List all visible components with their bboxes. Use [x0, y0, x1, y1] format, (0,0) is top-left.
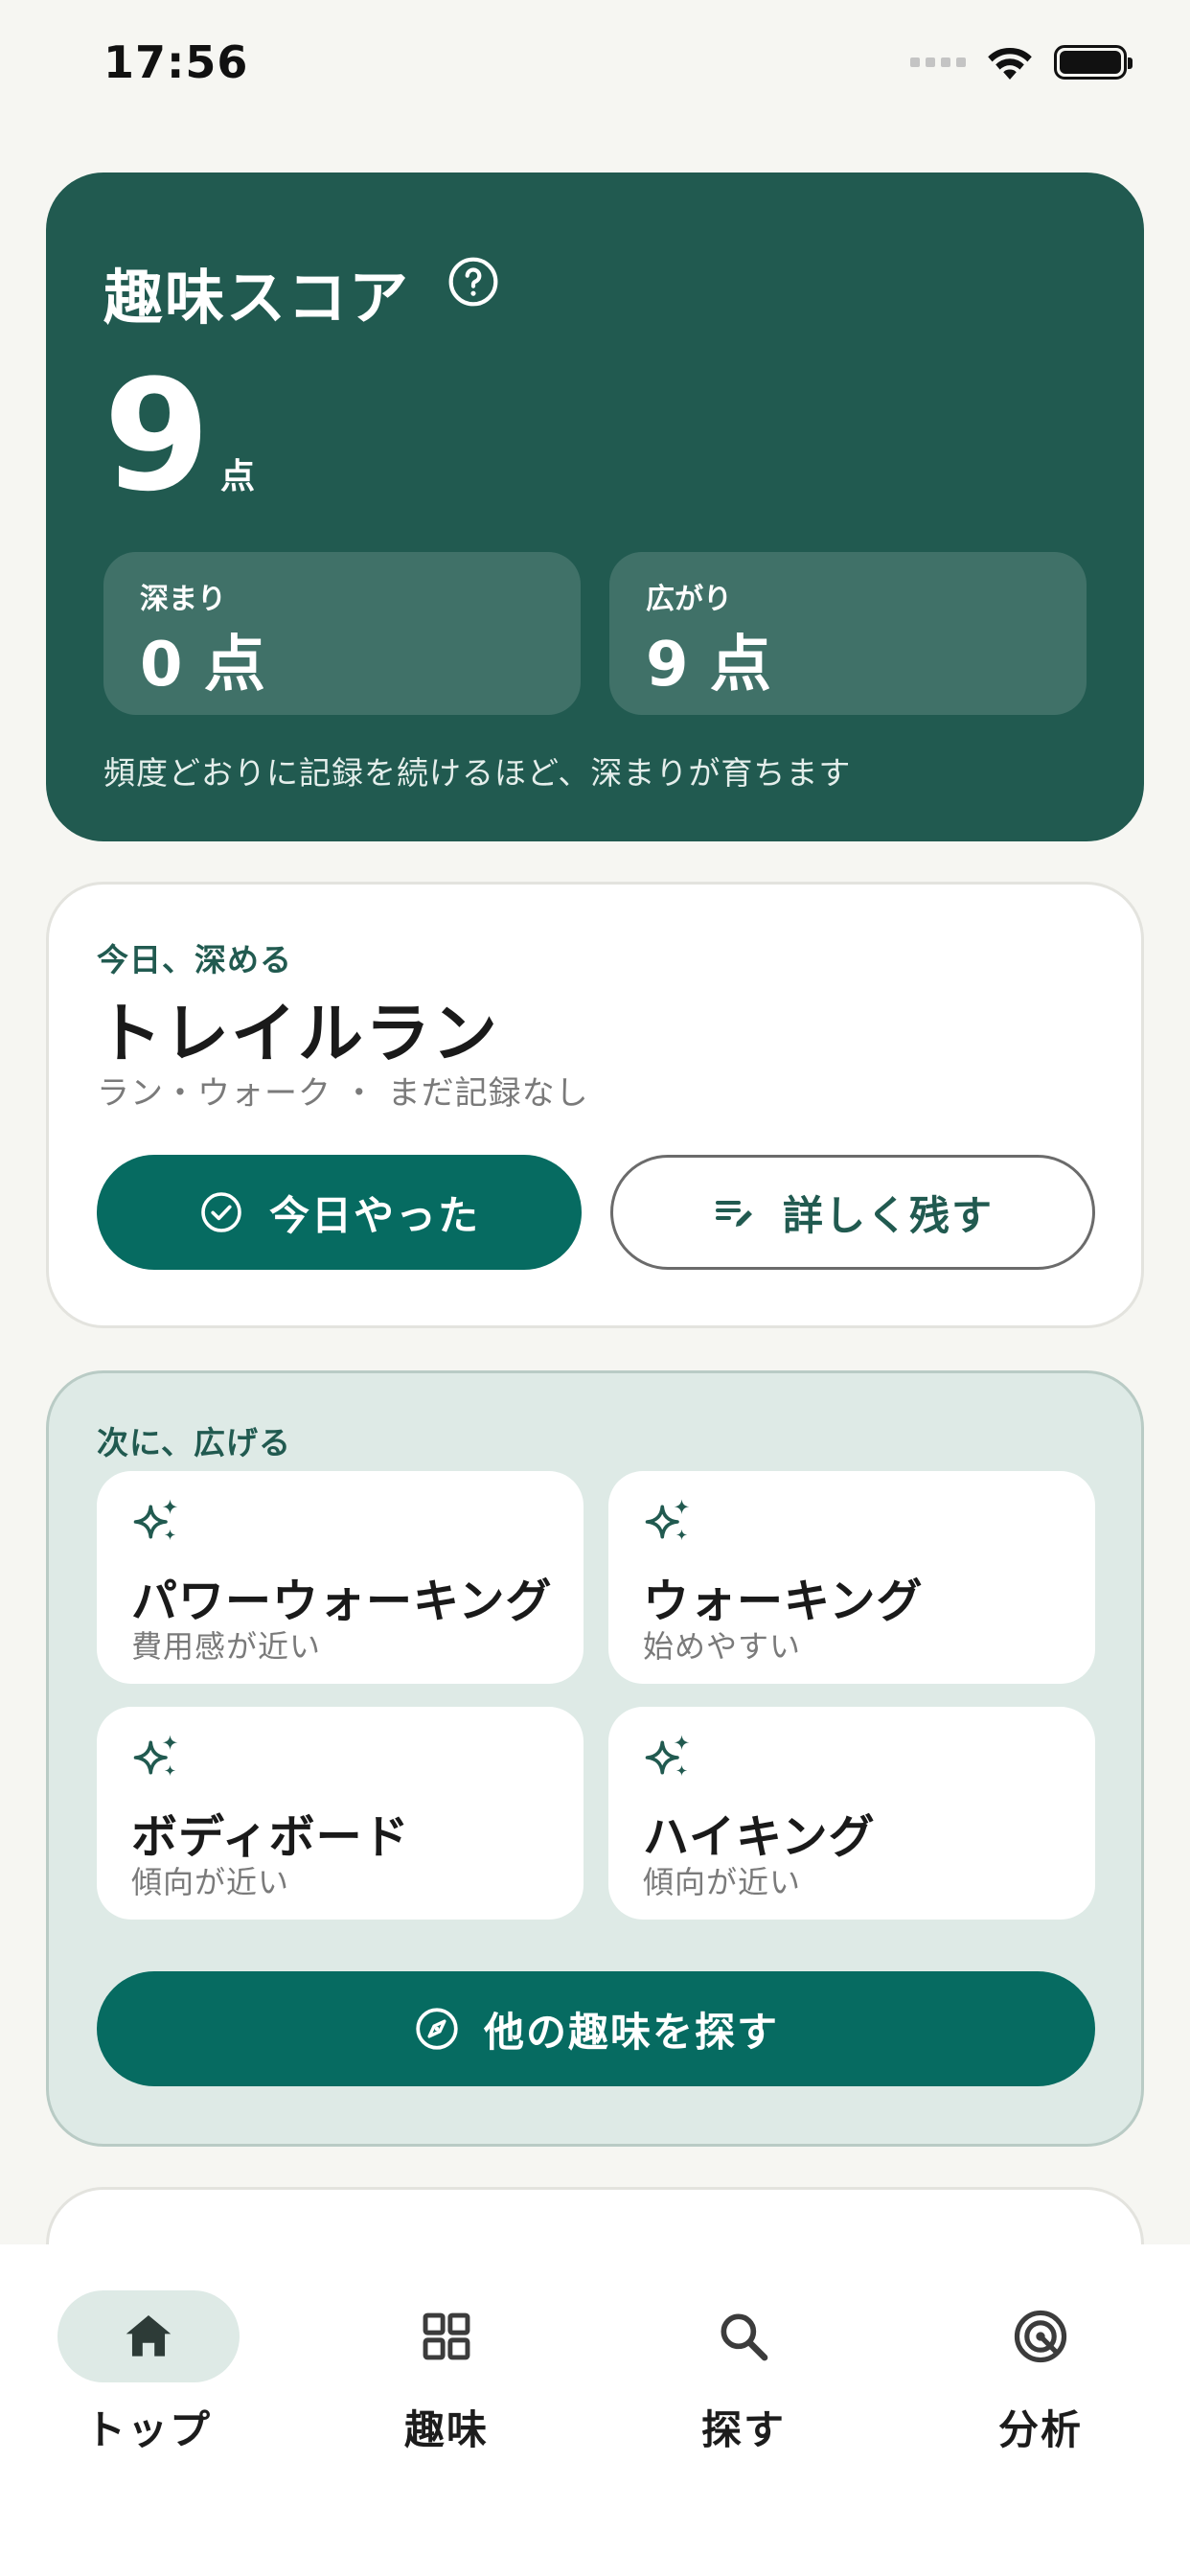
score-value: 9 [103, 346, 211, 525]
record-details-label: 詳しく残す [782, 1191, 994, 1239]
suggestion-card[interactable]: パワーウォーキング 費用感が近い [97, 1471, 584, 1684]
hobby-score-card: 趣味スコア 9 点 深まり 0 点 広がり 9 点 頻度どおりに記録を続けるほど… [46, 172, 1144, 841]
tab-analysis-indicator [950, 2290, 1132, 2382]
tab-hobbies[interactable]: 趣味 [351, 2290, 542, 2463]
cellular-signal-icon [910, 58, 966, 67]
sparkle-icon [645, 1735, 690, 1777]
tab-hobbies-label: 趣味 [403, 2406, 489, 2453]
record-details-button[interactable]: 詳しく残す [610, 1155, 1095, 1270]
breadth-label: 広がり [646, 583, 732, 616]
suggestion-card[interactable]: ボディボード 傾向が近い [97, 1707, 584, 1920]
suggestion-card[interactable]: ハイキング 傾向が近い [608, 1707, 1095, 1920]
tab-top-indicator [57, 2290, 240, 2382]
sparkle-icon [645, 1499, 690, 1541]
tab-analysis-label: 分析 [997, 2406, 1083, 2453]
suggestion-card[interactable]: ウォーキング 始めやすい [608, 1471, 1095, 1684]
sparkle-icon [133, 1499, 178, 1541]
today-label: 今日、深める [97, 941, 292, 978]
suggestion-title: パワーウォーキング [131, 1575, 553, 1628]
home-icon [126, 2315, 172, 2357]
suggestion-title: ウォーキング [643, 1575, 924, 1628]
depth-value: 0 点 [140, 630, 265, 701]
grid-icon [423, 2312, 470, 2360]
next-expand-card: 次に、広げる パワーウォーキング 費用感が近い ウォーキング 始めやすい ボディ… [46, 1370, 1144, 2147]
expand-label: 次に、広げる [97, 1424, 292, 1461]
depth-label: 深まり [140, 583, 226, 616]
did-today-label: 今日やった [268, 1191, 480, 1239]
help-icon[interactable] [446, 255, 500, 309]
suggestion-reason: 傾向が近い [131, 1864, 290, 1900]
status-time: 17:56 [103, 36, 249, 88]
status-bar: 17:56 [0, 0, 1190, 134]
suggestion-reason: 費用感が近い [131, 1628, 322, 1665]
search-icon [721, 2313, 768, 2361]
compass-icon [416, 2008, 458, 2050]
breadth-score-box: 広がり 9 点 [609, 552, 1087, 715]
did-today-button[interactable]: 今日やった [97, 1155, 582, 1270]
suggestion-title: ハイキング [643, 1810, 876, 1864]
wifi-icon [988, 47, 1032, 80]
tab-search[interactable]: 探す [648, 2290, 839, 2463]
score-unit: 点 [220, 457, 256, 496]
depth-score-box: 深まり 0 点 [103, 552, 581, 715]
tab-hobbies-indicator [355, 2290, 538, 2382]
today-hobby-meta: ラン・ウォーク ・ まだ記録なし [97, 1074, 589, 1113]
bottom-tab-bar: トップ 趣味 探す 分析 [0, 2244, 1190, 2576]
today-deepen-card: 今日、深める トレイルラン ラン・ウォーク ・ まだ記録なし 今日やった 詳しく… [46, 882, 1144, 1328]
tab-analysis[interactable]: 分析 [945, 2290, 1136, 2463]
tab-search-indicator [652, 2290, 835, 2382]
battery-icon [1054, 45, 1133, 80]
score-title: 趣味スコア [103, 263, 411, 333]
check-circle-icon [201, 1192, 241, 1232]
target-icon [1014, 2310, 1067, 2363]
status-icons [910, 44, 1133, 80]
breadth-value: 9 点 [646, 630, 771, 701]
tab-top[interactable]: トップ [53, 2290, 244, 2463]
suggestion-reason: 始めやすい [643, 1628, 802, 1665]
sparkle-icon [133, 1735, 178, 1777]
explore-other-hobbies-button[interactable]: 他の趣味を探す [97, 1971, 1095, 2086]
suggestion-reason: 傾向が近い [643, 1864, 802, 1900]
score-note: 頻度どおりに記録を続けるほど、深まりが育ちます [103, 754, 852, 792]
tab-top-label: トップ [84, 2406, 212, 2453]
explore-label: 他の趣味を探す [483, 2008, 779, 2056]
tab-search-label: 探す [700, 2406, 786, 2453]
edit-note-icon [715, 1201, 752, 1227]
suggestion-title: ボディボード [131, 1810, 410, 1864]
today-hobby-title: トレイルラン [97, 997, 500, 1072]
